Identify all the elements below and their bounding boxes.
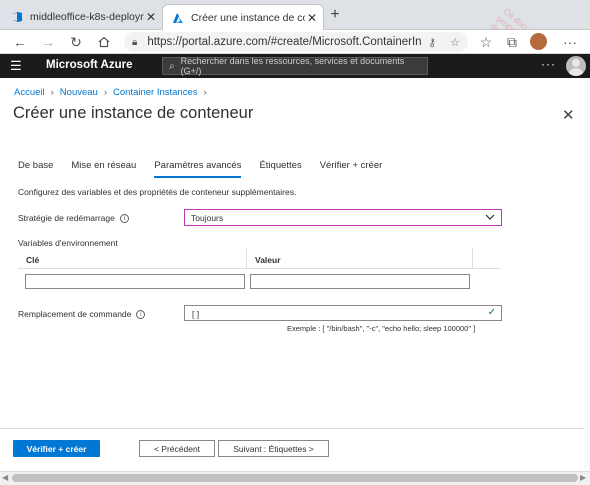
chevron-right-icon: › <box>103 87 107 98</box>
command-example: Exemple : [ "/bin/bash", "-c", "echo hel… <box>287 324 476 333</box>
browser-tab-label: Créer une instance de conteneur - Micros… <box>191 11 305 24</box>
back-icon[interactable]: ← <box>10 32 30 52</box>
scrollbar-thumb[interactable] <box>12 474 578 482</box>
browser-tab-azure[interactable]: Créer une instance de conteneur - Micros… <box>162 4 324 30</box>
collections-icon[interactable]: ⧉ <box>502 32 522 52</box>
vertical-scrollbar[interactable] <box>584 78 590 471</box>
previous-button[interactable]: < Précédent <box>139 440 215 457</box>
restart-policy-dropdown[interactable]: Toujours <box>184 209 502 226</box>
new-tab-icon[interactable]: + <box>326 6 344 24</box>
scroll-left-icon[interactable]: ◀ <box>2 473 8 482</box>
section-description: Configurez des variables et des propriét… <box>18 187 297 197</box>
info-icon[interactable]: i <box>136 310 146 320</box>
chevron-down-icon <box>485 213 495 223</box>
url-text: https://portal.azure.com/#create/Microso… <box>147 36 422 48</box>
portal-more-icon[interactable]: ··· <box>541 57 556 71</box>
profile-avatar[interactable] <box>530 33 547 50</box>
hamburger-menu-icon[interactable]: ☰ <box>10 58 22 74</box>
search-icon: ⌕ <box>169 60 175 72</box>
breadcrumb-home[interactable]: Accueil <box>14 87 45 98</box>
scroll-right-icon[interactable]: ▶ <box>580 473 586 482</box>
menu-dots-icon[interactable]: ··· <box>560 32 580 52</box>
chevron-right-icon: › <box>203 87 207 98</box>
close-tab-icon[interactable]: ✕ <box>144 10 158 24</box>
breadcrumb-new[interactable]: Nouveau <box>60 87 98 98</box>
wizard-tabs: De base Mise en réseau Paramètres avancé… <box>18 160 400 178</box>
page-title: Créer une instance de conteneur <box>13 104 254 122</box>
tab-tags[interactable]: Étiquettes <box>259 160 301 178</box>
env-vars-title: Variables d'environnement <box>18 238 118 248</box>
key-icon[interactable]: ⚷ <box>428 36 436 49</box>
checkmark-icon: ✓ <box>487 307 496 318</box>
close-tab-icon[interactable]: ✕ <box>305 11 319 25</box>
env-actions-header <box>473 248 501 269</box>
next-button[interactable]: Suivant : Étiquettes > <box>218 440 329 457</box>
search-placeholder: Rechercher dans les ressources, services… <box>180 56 405 76</box>
refresh-icon[interactable]: ↻ <box>66 32 86 52</box>
env-value-header: Valeur <box>247 248 473 269</box>
azure-icon <box>171 11 185 25</box>
command-value: [ ] <box>192 309 200 319</box>
footer-divider <box>0 428 590 429</box>
browser-tab-label: middleoffice-k8s-deployment - Micr <box>30 11 144 23</box>
close-icon[interactable]: ✕ <box>562 106 575 124</box>
lock-icon: 🔒︎ <box>132 36 138 48</box>
breadcrumb-container-instances[interactable]: Container Instances <box>113 87 198 98</box>
tab-review-create[interactable]: Vérifier + créer <box>320 160 383 178</box>
browser-tab-devops[interactable]: middleoffice-k8s-deployment - Micr ✕ <box>2 4 162 30</box>
favorite-star-icon[interactable]: ☆ <box>450 36 460 49</box>
env-key-input[interactable] <box>25 274 245 289</box>
tab-networking[interactable]: Mise en réseau <box>71 160 136 178</box>
favorites-icon[interactable]: ☆ <box>476 32 496 52</box>
env-value-input[interactable] <box>250 274 470 289</box>
global-search-input[interactable]: ⌕ Rechercher dans les ressources, servic… <box>162 56 428 76</box>
info-icon[interactable]: i <box>119 214 129 224</box>
address-bar[interactable]: 🔒︎ https://portal.azure.com/#create/Micr… <box>124 32 468 52</box>
command-override-label: Remplacement de commande i <box>18 309 146 320</box>
user-avatar[interactable] <box>566 56 586 76</box>
chevron-right-icon: › <box>50 87 54 98</box>
restart-policy-label: Stratégie de redémarrage i <box>18 213 129 224</box>
forward-icon[interactable]: → <box>38 32 58 52</box>
tab-basics[interactable]: De base <box>18 160 53 178</box>
breadcrumb: Accueil › Nouveau › Container Instances … <box>14 87 207 98</box>
command-override-input[interactable]: [ ] ✓ <box>184 305 502 321</box>
env-key-header: Clé <box>18 248 247 269</box>
azure-brand[interactable]: Microsoft Azure <box>46 59 132 71</box>
tab-advanced[interactable]: Paramètres avancés <box>154 160 242 178</box>
devops-icon <box>10 10 24 24</box>
review-create-button[interactable]: Vérifier + créer <box>13 440 100 457</box>
home-icon[interactable] <box>94 32 114 52</box>
restart-policy-value: Toujours <box>191 212 224 223</box>
